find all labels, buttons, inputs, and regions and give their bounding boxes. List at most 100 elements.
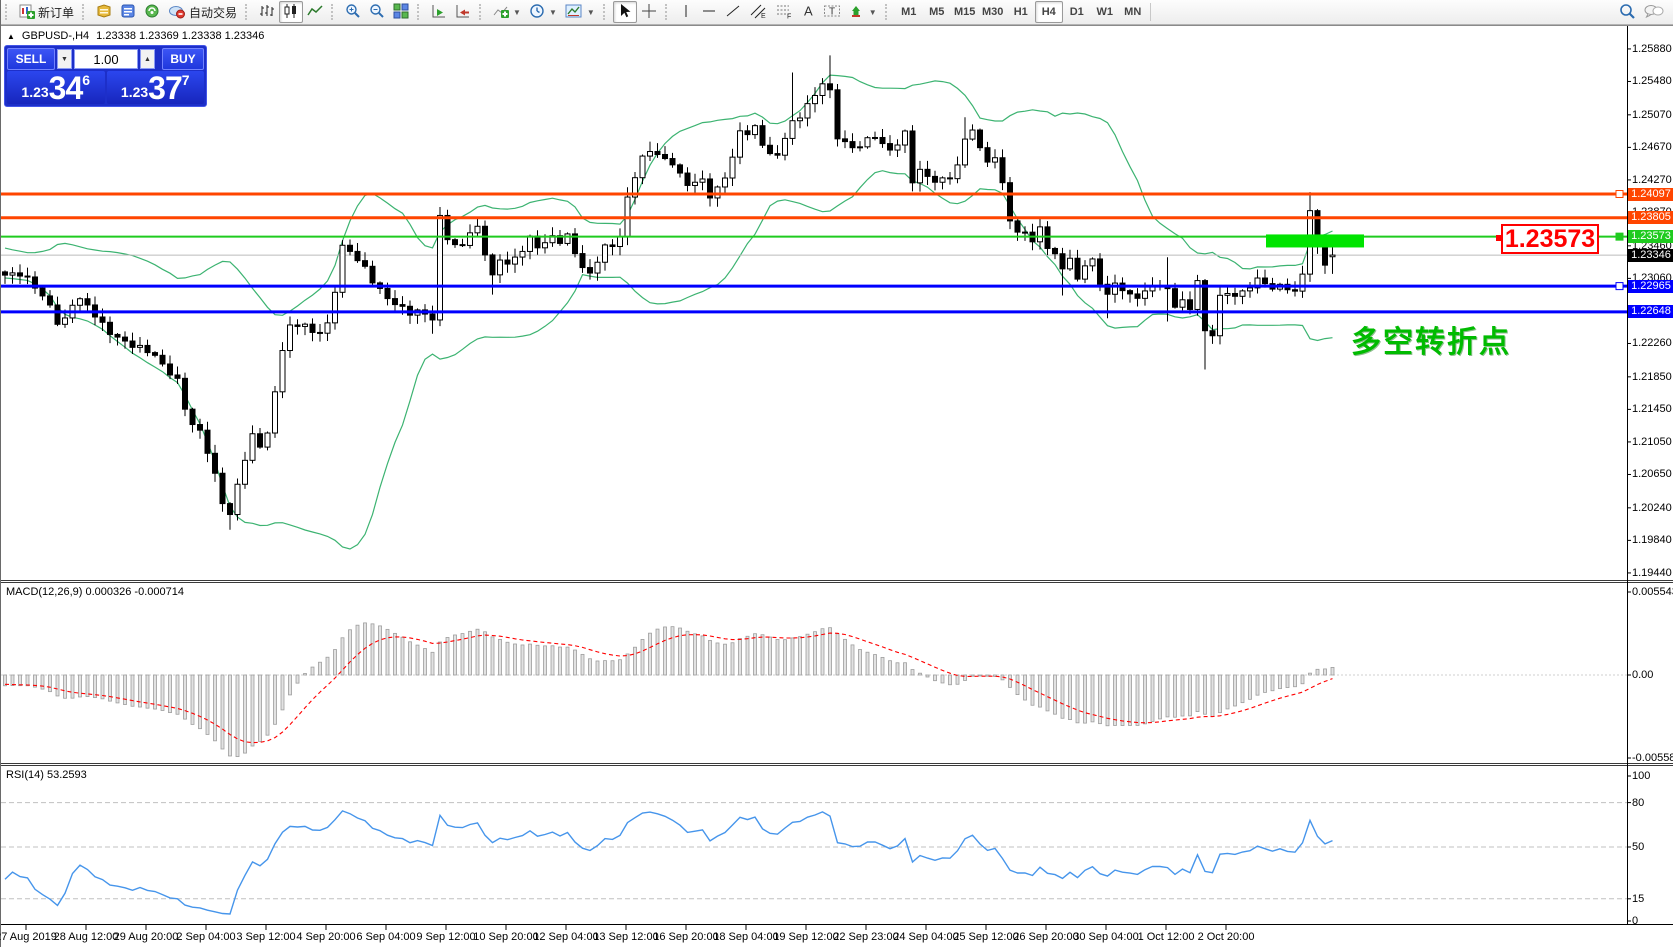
arrows-icon [849,3,865,22]
tile-windows-icon [393,3,409,22]
data-window-button[interactable] [116,1,140,23]
timeframe-m1[interactable]: M1 [895,1,923,23]
rsi-axis-tick: 80 [1632,796,1645,809]
chinese-annotation: 多空转折点 [1351,326,1511,359]
tile-windows-button[interactable] [389,1,413,23]
toolbar-grip [479,4,486,20]
rsi-axis-tick: 0 [1632,915,1639,927]
svg-text:T: T [829,6,835,17]
arrows-button[interactable]: ▼ [845,1,881,23]
rsi-pane [1,802,1627,915]
market-watch-button[interactable] [92,1,116,23]
volume-decrease-button[interactable]: ▼ [57,49,72,69]
volume-input[interactable]: 1.00 [74,49,138,69]
timeframe-w1[interactable]: W1 [1091,1,1119,23]
rsi-axis-tick: 50 [1632,841,1645,853]
trendline-button[interactable] [721,1,745,23]
buy-price-main: 37 [148,70,183,106]
buy-price-pip: 7 [181,72,190,88]
trendline-icon [725,3,741,22]
candlestick-chart-button[interactable] [279,1,304,23]
price-level-badge: 1.22965 [1628,279,1673,293]
toolbar-grip [5,4,12,20]
toolbar-grip [884,4,892,20]
price-tick: 1.21450 [1632,403,1672,416]
periods-button[interactable]: ▼ [525,1,561,23]
zoom-out-button[interactable] [365,1,389,23]
dropdown-caret-icon: ▼ [548,7,557,17]
price-callout-label[interactable]: 1.23573 [1501,224,1599,254]
timeframe-m5[interactable]: M5 [923,1,951,23]
timeframe-h1[interactable]: H1 [1007,1,1035,23]
autotrading-label: 自动交易 [189,5,238,20]
search-icon[interactable] [1618,2,1636,23]
timeframe-m30[interactable]: M30 [979,1,1007,23]
price-tick: 1.20650 [1632,468,1672,481]
zoom-out-icon [369,3,385,22]
dropdown-caret-icon: ▼ [586,7,595,17]
navigator-button[interactable] [140,1,164,23]
macd-axis-tick: 0.00 [1632,669,1654,681]
cursor-button[interactable] [612,1,637,23]
price-tick: 1.19440 [1632,566,1672,579]
cursor-icon [617,3,633,22]
macd-pane [1,622,1627,758]
text-label-button[interactable]: T [819,1,845,23]
collapse-one-click-icon[interactable]: ▲ [7,32,15,41]
volume-increase-button[interactable]: ▲ [140,49,155,69]
timeframe-mn[interactable]: MN [1119,1,1147,23]
fibonacci-button[interactable]: F [771,1,797,23]
chat-icon[interactable] [1644,3,1664,22]
vertical-line-button[interactable] [675,1,697,23]
callout-anchor-handle[interactable] [1496,235,1502,241]
toolbar-grip [331,4,338,20]
horizontal-line-button[interactable] [697,1,721,23]
svg-text:F: F [787,13,791,19]
line-handle[interactable] [1615,282,1624,291]
buy-price-display[interactable]: 1.23 37 7 [106,70,204,106]
new-order-icon [19,3,35,22]
timeframe-h4[interactable]: H4 [1034,1,1063,23]
text-button[interactable]: A [797,1,819,23]
terminal-window: 新订单 自动交易 ▼ ▼ ▼ E F A T ▼ M1 M5 M15 M30 H… [0,0,1673,947]
bollinger-lower-band [4,170,1333,550]
indicators-button[interactable]: ▼ [489,1,525,23]
ohlc-values: 1.23338 1.23369 1.23338 1.23346 [96,30,265,42]
equidistant-channel-button[interactable]: E [745,1,771,23]
auto-scroll-button[interactable] [427,1,451,23]
line-handle[interactable] [1615,190,1624,198]
main-pane [1,55,1627,550]
navigator-icon [144,3,160,22]
price-tick: 1.24670 [1632,141,1672,154]
fibonacci-icon: F [775,3,793,22]
zoom-in-icon [345,3,361,22]
price-tick: 1.25070 [1632,108,1672,121]
templates-button[interactable]: ▼ [561,1,599,23]
zoom-in-button[interactable] [341,1,365,23]
price-level-badge: 1.23573 [1628,230,1673,244]
toolbar-grip [245,4,252,20]
buy-button[interactable]: BUY [162,48,204,70]
chart-plot[interactable] [1,0,1673,947]
rsi-axis-tick: 15 [1632,892,1645,905]
chart-shift-button[interactable] [451,1,475,23]
sell-button[interactable]: SELL [7,48,55,70]
price-tick: 1.25880 [1632,42,1672,55]
new-order-button[interactable]: 新订单 [15,1,78,23]
line-chart-button[interactable] [303,1,327,23]
crosshair-button[interactable] [637,1,661,23]
price-tick: 1.25480 [1632,75,1672,88]
timeframe-d1[interactable]: D1 [1063,1,1091,23]
bar-chart-button[interactable] [255,1,279,23]
price-tick: 1.22260 [1632,337,1672,350]
price-level-badge: 1.23805 [1628,211,1673,225]
price-level-badge: 1.22648 [1628,305,1673,319]
line-handle[interactable] [1615,232,1624,241]
timeframe-m15[interactable]: M15 [951,1,979,23]
macd-signal-line [4,632,1333,744]
dropdown-caret-icon: ▼ [868,7,877,17]
rsi-indicator-label: RSI(14) 53.2593 [6,769,87,781]
candlestick-series [2,55,1336,530]
autotrading-button[interactable]: 自动交易 [164,1,241,23]
sell-price-display[interactable]: 1.23 34 6 [7,71,105,104]
